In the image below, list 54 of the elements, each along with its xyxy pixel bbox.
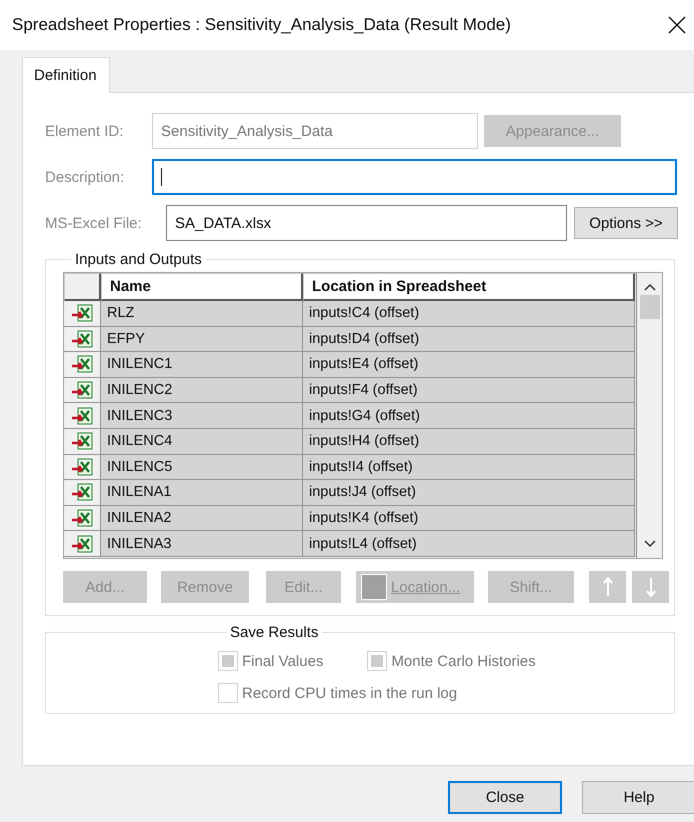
excel-arrow-icon (71, 304, 93, 322)
field-label: Description: (45, 168, 126, 186)
excel-file-field[interactable]: SA_DATA.xlsx (166, 205, 567, 241)
table-cell: INILENC2 (101, 378, 303, 404)
table-cell: inputs!D4 (offset) (303, 326, 635, 352)
excel-arrow-icon (71, 534, 93, 553)
close-icon[interactable] (668, 16, 686, 34)
group-title: Inputs and Outputs (74, 251, 203, 268)
excel-arrow-icon (71, 355, 93, 374)
excel-arrow-icon (71, 483, 93, 502)
checkbox-label: Monte Carlo Histories (391, 652, 536, 670)
scroll-thumb[interactable] (640, 295, 660, 319)
excel-arrow-icon (71, 330, 93, 348)
table-cell: RLZ (101, 301, 303, 327)
table-cell: INILENA3 (101, 531, 303, 557)
column-header[interactable]: Location in Spreadsheet (303, 273, 635, 301)
arrow-down-icon (646, 577, 656, 597)
options-button[interactable]: Options >> (574, 207, 678, 239)
excel-arrow-icon (71, 509, 93, 528)
window-title: Spreadsheet Properties : Sensitivity_Analysis_Data (Result Mode) (12, 15, 511, 35)
table-cell: INILENC5 (101, 454, 303, 480)
excel-arrow-icon (71, 432, 93, 450)
table-cell: inputs!F4 (offset) (303, 378, 635, 404)
arrow-up-icon (602, 577, 612, 597)
table-cell: INILENC3 (101, 403, 303, 429)
table-cell: INILENA2 (101, 506, 303, 532)
table-cell: INILENA1 (101, 480, 303, 506)
excel-arrow-icon (71, 458, 93, 476)
excel-arrow-icon (71, 406, 93, 425)
field-label: MS-Excel File: (45, 214, 143, 232)
column-header[interactable]: Name (101, 273, 303, 301)
footer-button[interactable]: Close (448, 780, 562, 814)
scroll-down-icon[interactable] (644, 540, 656, 548)
checkbox-label: Record CPU times in the run log (242, 684, 458, 702)
table-cell: inputs!E4 (offset) (303, 352, 635, 378)
description-field[interactable] (152, 159, 677, 195)
table-cell: inputs!H4 (offset) (303, 428, 635, 455)
color-swatch-icon (361, 574, 387, 600)
group-title: Save Results (229, 624, 320, 641)
checkbox-label: Final Values (242, 652, 324, 670)
table-cell: inputs!J4 (offset) (303, 480, 635, 506)
scroll-up-icon[interactable] (644, 283, 656, 291)
table-cell: INILENC4 (101, 428, 303, 455)
excel-arrow-icon (71, 381, 93, 400)
table-cell: INILENC1 (101, 352, 303, 378)
footer-button[interactable]: Help (582, 780, 694, 814)
table-cell: inputs!C4 (offset) (303, 301, 635, 327)
table-cell: inputs!K4 (offset) (303, 506, 635, 532)
table-cell: inputs!G4 (offset) (303, 403, 635, 429)
table-cell: EFPY (101, 326, 303, 352)
table-cell: inputs!L4 (offset) (303, 531, 635, 557)
field-label: Element ID: (45, 122, 124, 140)
table-cell: inputs!I4 (offset) (303, 454, 635, 480)
tab[interactable]: Definition (22, 57, 110, 93)
